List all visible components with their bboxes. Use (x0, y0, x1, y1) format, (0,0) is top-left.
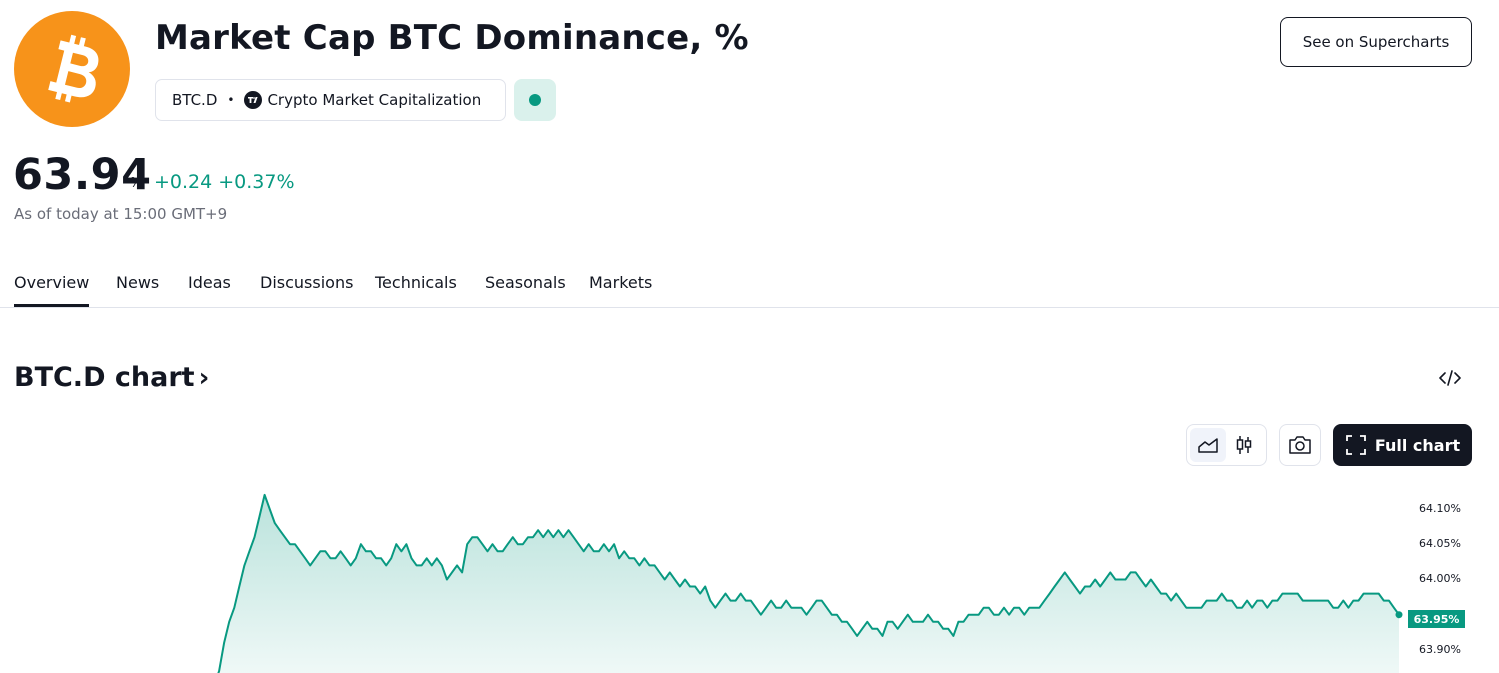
code-embed-icon[interactable] (1436, 366, 1464, 390)
candlestick-button[interactable] (1226, 428, 1262, 462)
separator-dot: • (227, 93, 235, 107)
chart-type-toggle (1186, 424, 1267, 466)
tradingview-badge-icon (244, 91, 263, 109)
page-title: Market Cap BTC Dominance, % (155, 18, 749, 58)
tab-markets[interactable]: Markets (589, 273, 652, 292)
series-area-fill (214, 494, 1399, 673)
y-tick-label: 64.10% (1419, 502, 1461, 515)
chevron-right-icon: › (198, 362, 210, 393)
last-point-marker (1395, 611, 1403, 619)
tab-seasonals[interactable]: Seasonals (485, 273, 566, 292)
chart-canvas (214, 493, 1403, 673)
y-tick-label: 64.00% (1419, 572, 1461, 585)
candlestick-icon (1236, 436, 1252, 454)
market-open-dot-icon (529, 94, 541, 106)
bitcoin-symbol (48, 34, 99, 103)
tab-overview[interactable]: Overview (14, 273, 90, 307)
area-chart-icon (1198, 438, 1218, 453)
y-tick-label: 64.05% (1419, 537, 1461, 550)
last-value-label: 63.95% (1408, 610, 1465, 628)
data-source-label: Crypto Market Capitalization (267, 91, 482, 109)
tab-news[interactable]: News (116, 273, 159, 292)
see-on-supercharts-button[interactable]: See on Supercharts (1280, 17, 1472, 67)
market-status-button[interactable] (514, 79, 556, 121)
change-absolute: +0.24 (154, 171, 213, 193)
full-chart-label: Full chart (1374, 435, 1461, 455)
current-price: 63.94 (13, 150, 152, 200)
price-unit: % (130, 176, 143, 191)
chart-section-title: BTC.D chart (14, 362, 195, 393)
tab-discussions[interactable]: Discussions (260, 273, 353, 292)
tab-ideas[interactable]: Ideas (188, 273, 231, 292)
camera-icon (1289, 436, 1311, 454)
full-chart-button[interactable]: Full chart (1333, 424, 1472, 466)
symbol-ticker: BTC.D (172, 91, 218, 109)
symbol-exchange-pill[interactable]: BTC.D • Crypto Market Capitalization (155, 79, 506, 121)
tab-technicals[interactable]: Technicals (375, 273, 457, 292)
area-chart-button[interactable] (1190, 428, 1226, 462)
change-percent: +0.37% (218, 171, 295, 193)
chart-section-link[interactable]: BTC.D chart › (14, 362, 209, 393)
tab-bar: Overview News Ideas Discussions Technica… (0, 270, 1499, 308)
btc-dominance-chart[interactable]: 64.10% 64.05% 64.00% 63.90% 63.95% (0, 480, 1499, 673)
snapshot-button[interactable] (1279, 424, 1321, 466)
y-tick-label: 63.90% (1419, 643, 1461, 656)
as-of-timestamp: As of today at 15:00 GMT+9 (14, 205, 228, 223)
fullscreen-icon (1345, 435, 1366, 455)
bitcoin-logo-icon (14, 11, 130, 127)
price-change: +0.24 +0.37% (154, 171, 295, 193)
